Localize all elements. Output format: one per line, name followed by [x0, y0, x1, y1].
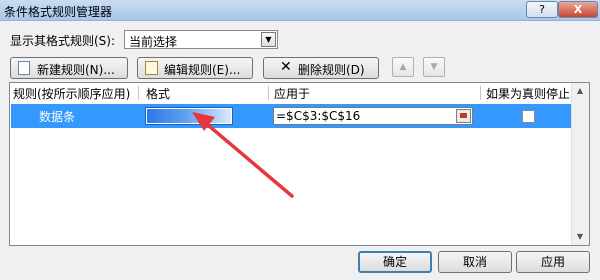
- move-up-button[interactable]: ▲: [392, 57, 414, 77]
- apply-button[interactable]: 应用: [516, 251, 590, 273]
- close-button[interactable]: X: [558, 1, 598, 18]
- scroll-up-icon[interactable]: ▲: [572, 83, 588, 99]
- edit-icon: [145, 61, 158, 75]
- edit-rule-button[interactable]: 编辑规则(E)...: [137, 57, 253, 79]
- scope-select[interactable]: 当前选择 ▼: [124, 30, 278, 49]
- rules-list[interactable]: 规则(按所示顺序应用) 格式 应用于 如果为真则停止 数据条 =$C$3:$C$…: [9, 82, 590, 246]
- delete-icon: ✕: [280, 59, 292, 75]
- header-divider: [138, 86, 139, 100]
- new-rule-button[interactable]: 新建规则(N)...: [10, 57, 128, 79]
- range-select-icon[interactable]: [456, 109, 471, 123]
- title-bar: 条件格式规则管理器 ? X: [0, 0, 600, 21]
- chevron-down-icon[interactable]: ▼: [261, 32, 276, 47]
- header-stop-if-true: 如果为真则停止: [486, 87, 571, 101]
- header-rule: 规则(按所示顺序应用): [13, 87, 131, 101]
- scope-value: 当前选择: [129, 35, 178, 49]
- move-down-button[interactable]: ▼: [423, 57, 445, 77]
- header-applies-to: 应用于: [274, 87, 311, 101]
- data-bar-preview: [147, 109, 231, 123]
- delete-rule-button[interactable]: ✕ 删除规则(D): [263, 57, 379, 79]
- format-preview: [145, 107, 233, 125]
- edit-rule-label: 编辑规则(E)...: [164, 63, 241, 77]
- rule-row[interactable]: 数据条 =$C$3:$C$16: [11, 104, 579, 128]
- delete-rule-label: 删除规则(D): [298, 63, 365, 77]
- header-format: 格式: [146, 87, 171, 101]
- header-divider: [268, 86, 269, 100]
- new-document-icon: [18, 61, 30, 75]
- help-button[interactable]: ?: [526, 1, 558, 18]
- scroll-down-icon[interactable]: ▼: [572, 229, 588, 245]
- window-title: 条件格式规则管理器: [4, 5, 113, 19]
- vertical-scrollbar[interactable]: ▲ ▼: [571, 83, 589, 245]
- stop-if-true-checkbox[interactable]: [522, 110, 535, 123]
- new-rule-label: 新建规则(N)...: [37, 63, 115, 77]
- cancel-button[interactable]: 取消: [438, 251, 512, 273]
- ok-button[interactable]: 确定: [358, 251, 432, 273]
- scope-label: 显示其格式规则(S):: [10, 34, 116, 48]
- applies-to-value: =$C$3:$C$16: [276, 109, 361, 123]
- header-divider: [480, 86, 481, 100]
- rule-name: 数据条: [39, 110, 76, 124]
- applies-to-input[interactable]: =$C$3:$C$16: [273, 107, 473, 125]
